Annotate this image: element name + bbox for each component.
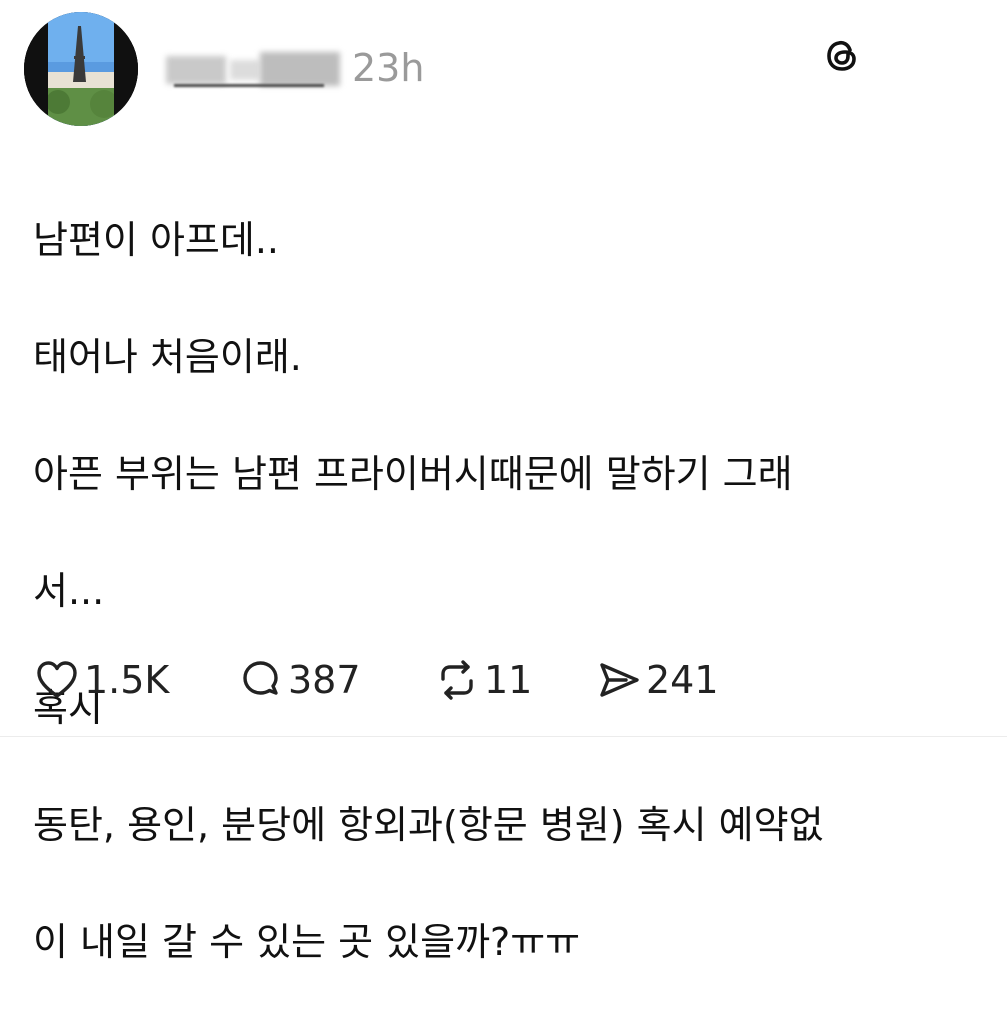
divider bbox=[0, 736, 1007, 737]
speech-bubble-icon bbox=[238, 657, 284, 703]
reply-count: 387 bbox=[288, 658, 361, 702]
post-line: 동탄, 용인, 분당에 항외과(항문 병원) 혹시 예약없 bbox=[33, 802, 824, 847]
repost-icon bbox=[434, 657, 480, 703]
post-body: 남편이 아프데.. 태어나 처음이래. 아픈 부위는 남편 프라이버시때문에 말… bbox=[33, 152, 983, 1030]
reply-button[interactable]: 387 bbox=[238, 652, 361, 708]
post-line: 남편이 아프데.. bbox=[33, 217, 279, 262]
threads-post: 23h 남편이 아프데.. 태어나 처음이래. 아픈 부위는 남편 프라이버시때… bbox=[0, 0, 1007, 964]
send-icon bbox=[596, 657, 642, 703]
share-button[interactable]: 241 bbox=[596, 652, 719, 708]
username-blurred[interactable] bbox=[160, 46, 350, 90]
like-count: 1.5K bbox=[84, 658, 170, 702]
share-count: 241 bbox=[646, 658, 719, 702]
repost-count: 11 bbox=[484, 658, 533, 702]
post-line: 이 내일 갈 수 있는 곳 있을까?ㅠㅠ bbox=[33, 919, 581, 964]
post-line: 태어나 처음이래. bbox=[33, 334, 302, 379]
threads-logo-icon[interactable] bbox=[822, 36, 862, 76]
like-button[interactable]: 1.5K bbox=[34, 652, 169, 708]
avatar[interactable] bbox=[24, 12, 138, 126]
repost-button[interactable]: 11 bbox=[434, 652, 532, 708]
heart-icon bbox=[34, 657, 80, 703]
post-line: 아픈 부위는 남편 프라이버시때문에 말하기 그래 bbox=[33, 451, 793, 496]
post-timestamp: 23h bbox=[352, 46, 425, 90]
post-line: 서... bbox=[33, 568, 105, 613]
post-actions: 1.5K 387 11 241 bbox=[34, 652, 934, 708]
